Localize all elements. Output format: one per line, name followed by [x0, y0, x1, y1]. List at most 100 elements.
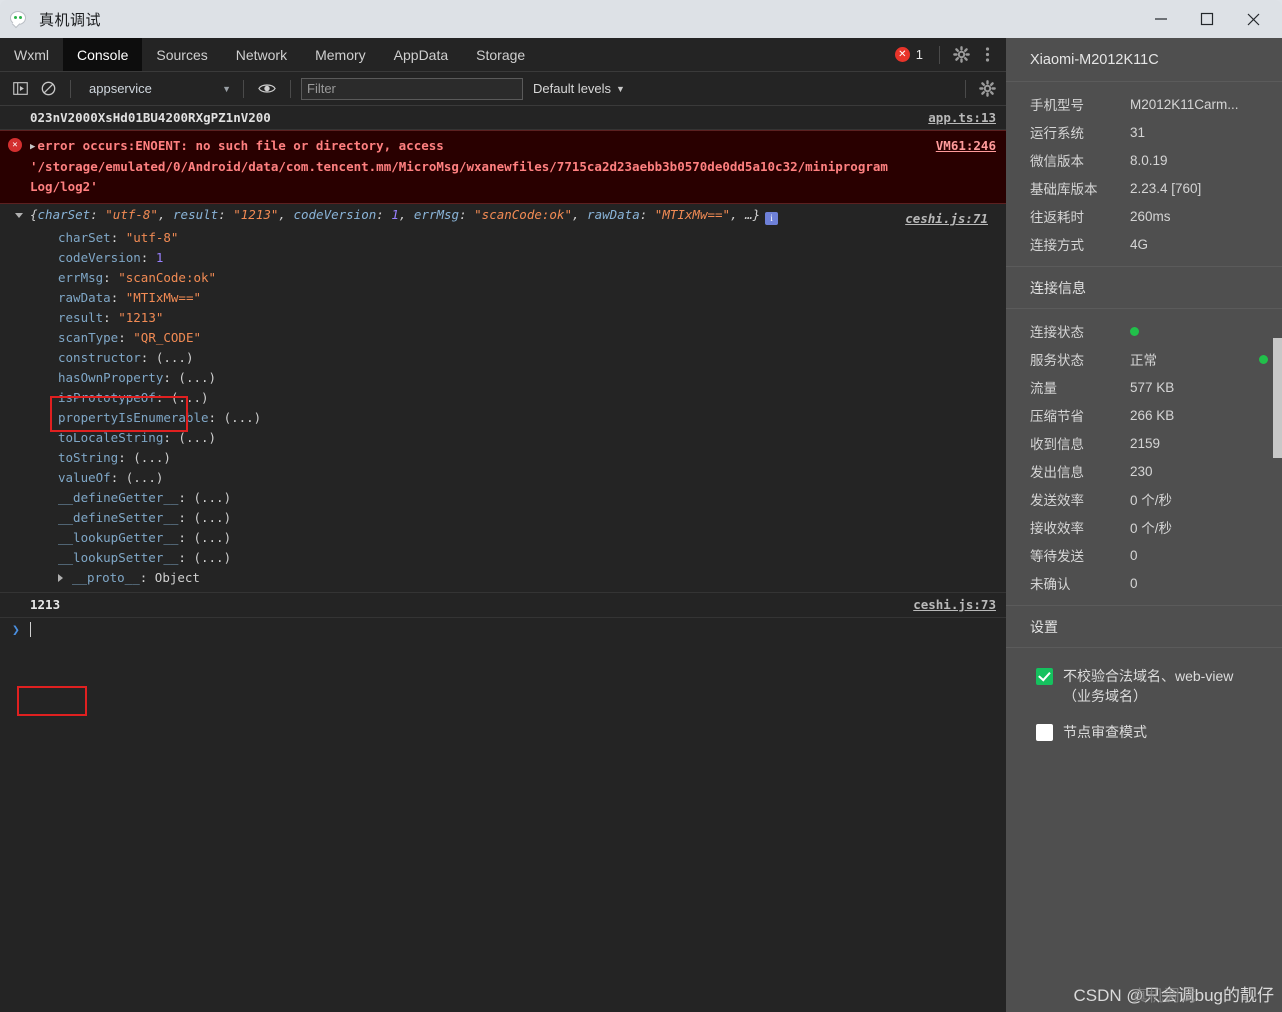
error-count-badge[interactable]: ✕ 1 [894, 47, 931, 62]
property-value[interactable]: (...) [193, 530, 231, 545]
error-line-1: error occurs:ENOENT: no such file or dir… [37, 138, 444, 153]
setting-row-domain-check[interactable]: 不校验合法域名、web-view（业务域名） [1006, 666, 1282, 706]
gear-icon[interactable] [948, 42, 974, 68]
info-label: 服务状态 [1030, 353, 1084, 368]
tab-sources[interactable]: Sources [142, 38, 221, 71]
preview-val-4: "MTIxMw==" [654, 207, 731, 222]
console-object-row[interactable]: {charSet: "utf-8", result: "1213", codeV… [0, 204, 1006, 593]
info-label: 收到信息 [1030, 437, 1084, 452]
close-button[interactable] [1230, 0, 1276, 38]
console-log-row[interactable]: 023nV2000XsHd01BU4200RXgPZ1nV200 app.ts:… [0, 106, 1006, 130]
info-value: 0 个/秒 [1130, 493, 1173, 508]
console-output[interactable]: 023nV2000XsHd01BU4200RXgPZ1nV200 app.ts:… [0, 106, 1006, 1012]
connection-header: 连接信息 [1006, 267, 1282, 309]
checkbox-checked-icon[interactable] [1036, 668, 1053, 685]
tab-memory[interactable]: Memory [301, 38, 380, 71]
property-value[interactable]: (...) [193, 510, 231, 525]
tab-appdata[interactable]: AppData [380, 38, 462, 71]
property-value[interactable]: (...) [133, 450, 171, 465]
filter-input[interactable] [301, 77, 523, 100]
info-value: M2012K11Carm... [1130, 96, 1239, 112]
connection-row: 服务状态 正常 [1006, 345, 1282, 373]
info-value: 266 KB [1130, 407, 1175, 423]
device-info-row: 微信版本 8.0.19 [1006, 146, 1282, 174]
error-count-label: 1 [915, 47, 923, 62]
property-row: result: "1213" [58, 310, 164, 325]
object-preview[interactable]: {charSet: "utf-8", result: "1213", codeV… [15, 207, 998, 226]
error-line-2: '/storage/emulated/0/Android/data/com.te… [30, 159, 888, 174]
connection-row: 收到信息 2159 [1006, 429, 1282, 457]
info-label: 压缩节省 [1030, 409, 1084, 424]
device-info-row: 手机型号 M2012K11Carm... [1006, 90, 1282, 118]
console-error-row[interactable]: ✕ ▶ error occurs:ENOENT: no such file or … [0, 130, 1006, 204]
error-source-link[interactable]: VM61:246 [936, 136, 996, 156]
proto-row[interactable]: __proto__: Object [58, 568, 998, 588]
more-vertical-icon[interactable] [974, 42, 1000, 68]
info-value: 230 [1130, 463, 1153, 479]
property-value[interactable]: (...) [171, 390, 209, 405]
info-label: 运行系统 [1030, 126, 1084, 141]
tab-network[interactable]: Network [222, 38, 301, 71]
connection-row: 发送效率 0 个/秒 [1006, 485, 1282, 513]
chevron-down-icon: ▼ [222, 83, 231, 94]
info-icon[interactable]: i [765, 212, 779, 225]
checkbox-unchecked-icon[interactable] [1036, 724, 1053, 741]
log-levels-dropdown[interactable]: Default levels ▼ [533, 81, 625, 96]
property-name: valueOf [58, 470, 111, 485]
preview-val-0: "utf-8" [105, 207, 158, 222]
expand-triangle-icon[interactable] [58, 574, 63, 582]
prompt-chevron-icon: ❯ [12, 623, 20, 638]
property-value[interactable]: (...) [126, 470, 164, 485]
device-info-row: 运行系统 31 [1006, 118, 1282, 146]
divider [939, 45, 940, 64]
connection-row: 等待发送 0 [1006, 541, 1282, 569]
property-value[interactable]: (...) [224, 410, 262, 425]
annotation-box-output [17, 686, 87, 716]
devtools-window: 真机调试 Wxml Console Sources Network Memory [0, 0, 1282, 1012]
context-selector[interactable]: appservice ▼ [85, 78, 235, 100]
device-info-section: 手机型号 M2012K11Carm... 运行系统 31 微信版本 8.0.19… [1006, 82, 1282, 267]
property-row: valueOf: (...) [58, 470, 164, 485]
wechat-bubble-icon [10, 9, 30, 29]
object-property-list: charSet: "utf-8" codeVersion: 1 errMsg: … [30, 228, 998, 588]
brace-open: { [30, 207, 38, 222]
settings-header: 设置 [1006, 606, 1282, 648]
tab-console[interactable]: Console [63, 38, 143, 71]
property-value[interactable]: (...) [193, 490, 231, 505]
watermark-overlay: 真机调试 [1131, 988, 1196, 1005]
device-info-row: 基础库版本 2.23.4 [760] [1006, 174, 1282, 202]
divider [965, 79, 966, 98]
clear-console-icon[interactable] [34, 76, 62, 102]
divider [243, 79, 244, 98]
collapse-triangle-icon[interactable] [15, 213, 23, 218]
tab-storage[interactable]: Storage [462, 38, 539, 71]
property-name: toString [58, 450, 119, 465]
log-source-link[interactable]: app.ts:13 [928, 110, 996, 125]
console-prompt-row[interactable]: ❯ [0, 618, 1006, 642]
property-row: constructor: (...) [58, 350, 194, 365]
property-name: result [58, 310, 104, 325]
result-source-link[interactable]: ceshi.js:73 [913, 597, 996, 612]
preview-key-1: result [173, 207, 219, 222]
gear-icon[interactable] [974, 76, 1000, 102]
info-value: 260ms [1130, 208, 1171, 224]
property-value[interactable]: (...) [178, 430, 216, 445]
devtools-pane: Wxml Console Sources Network Memory AppD… [0, 38, 1006, 1012]
tab-wxml[interactable]: Wxml [0, 38, 63, 71]
sidebar-scrollbar[interactable] [1273, 338, 1282, 458]
preview-val-3: "scanCode:ok" [474, 207, 572, 222]
property-row: toLocaleString: (...) [58, 430, 217, 445]
console-sidebar-icon[interactable] [6, 76, 34, 102]
expand-arrow-icon[interactable]: ▶ [30, 137, 35, 157]
minimize-button[interactable] [1138, 0, 1184, 38]
setting-row-node-inspect[interactable]: 节点审查模式 [1006, 722, 1282, 742]
maximize-button[interactable] [1184, 0, 1230, 38]
info-label: 等待发送 [1030, 549, 1084, 564]
live-expression-eye-icon[interactable] [252, 82, 282, 95]
text-caret [30, 622, 31, 637]
property-value[interactable]: (...) [178, 370, 216, 385]
property-value[interactable]: (...) [156, 350, 194, 365]
object-source-link[interactable]: ceshi.js:71 [905, 211, 988, 226]
console-result-row[interactable]: 1213 ceshi.js:73 [0, 593, 1006, 618]
property-value[interactable]: (...) [193, 550, 231, 565]
